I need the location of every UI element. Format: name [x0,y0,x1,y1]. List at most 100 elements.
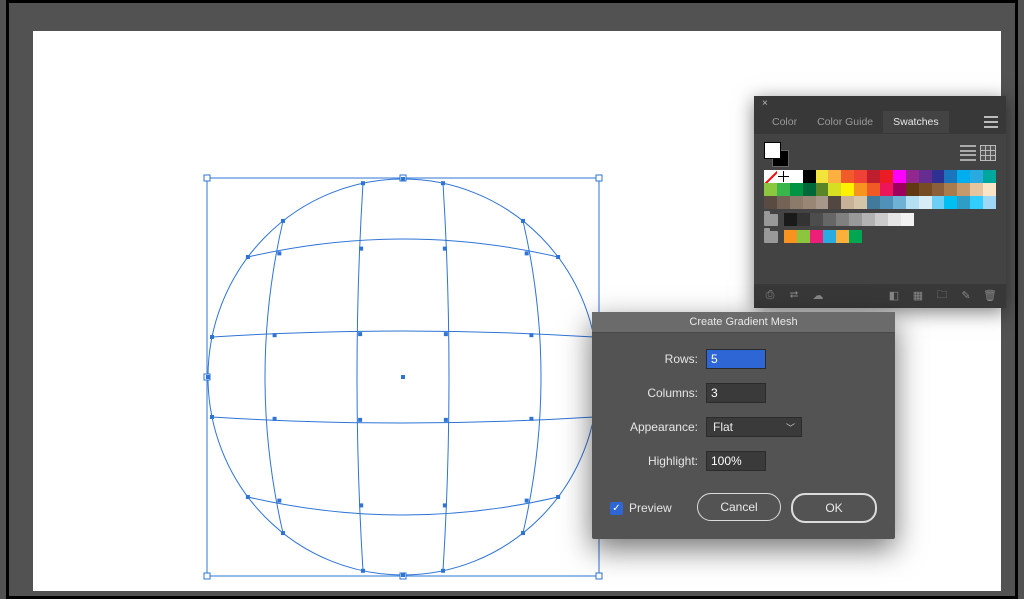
swatch-options-icon[interactable]: ▦ [912,289,924,301]
mesh-anchor[interactable] [210,415,214,419]
new-swatch-icon[interactable]: ✎ [960,289,972,301]
mesh-row-line[interactable] [212,417,594,423]
swatch[interactable] [828,170,841,183]
swatch[interactable] [797,213,810,226]
swatch[interactable] [828,183,841,196]
swatch[interactable] [867,196,880,209]
swatch[interactable] [828,196,841,209]
swatch[interactable] [880,196,893,209]
swatch[interactable] [983,196,996,209]
swatch[interactable] [797,230,810,243]
mesh-anchor[interactable] [529,333,533,337]
swatch[interactable] [790,183,803,196]
swatch[interactable] [919,170,932,183]
mesh-anchor[interactable] [441,569,445,573]
mesh-col-line[interactable] [443,183,449,571]
grid-view-icon[interactable] [980,145,996,161]
new-folder-icon[interactable]: 🗀 [936,289,948,301]
swatch[interactable] [906,183,919,196]
mesh-anchor[interactable] [246,255,250,259]
swatch[interactable] [790,196,803,209]
mesh-row-line[interactable] [248,239,558,257]
swatch[interactable] [777,196,790,209]
swatch[interactable] [983,183,996,196]
mesh-anchor[interactable] [443,503,447,507]
mesh-anchor[interactable] [441,181,445,185]
swatch[interactable] [893,196,906,209]
swatch[interactable] [932,183,945,196]
swatch[interactable] [841,183,854,196]
tab-color[interactable]: Color [762,111,807,133]
swatch[interactable] [841,196,854,209]
mesh-anchor[interactable] [281,531,285,535]
mesh-anchor[interactable] [273,333,277,337]
swatch[interactable] [836,230,849,243]
mesh-anchor[interactable] [210,335,214,339]
mesh-anchor[interactable] [444,332,448,336]
swatch[interactable] [764,170,777,183]
panel-titlebar[interactable]: × [754,96,1006,110]
mesh-row-line[interactable] [248,497,558,515]
mesh-anchor[interactable] [281,219,285,223]
swatch[interactable] [944,170,957,183]
swatch[interactable] [764,196,777,209]
swatch[interactable] [957,170,970,183]
bbox-handle[interactable] [596,573,602,579]
swatch[interactable] [784,230,797,243]
swatch[interactable] [849,213,862,226]
swatch[interactable] [919,196,932,209]
mesh-anchor[interactable] [401,177,405,181]
swatch[interactable] [906,170,919,183]
mesh-anchor[interactable] [206,375,210,379]
preview-checkbox[interactable]: ✓ [610,502,623,515]
link-icon[interactable]: ⮂ [788,289,800,301]
appearance-select[interactable]: Flat ﹀ [706,417,802,437]
mesh-anchor[interactable] [277,251,281,255]
tab-swatches[interactable]: Swatches [883,111,949,133]
swatch[interactable] [854,170,867,183]
swatch[interactable] [849,230,862,243]
cancel-button[interactable]: Cancel [697,493,781,521]
swatch[interactable] [777,183,790,196]
mesh-anchor[interactable] [525,499,529,503]
swatch[interactable] [823,230,836,243]
mesh-anchor[interactable] [246,495,250,499]
swatch[interactable] [957,196,970,209]
swatch[interactable] [893,183,906,196]
mesh-anchor[interactable] [358,332,362,336]
mesh-anchor[interactable] [358,418,362,422]
swatch[interactable] [901,213,914,226]
swatch[interactable] [836,213,849,226]
panel-menu-icon[interactable] [984,116,998,128]
mesh-anchor[interactable] [444,418,448,422]
swatch[interactable] [816,170,829,183]
foreground-background-swatch[interactable] [764,142,788,164]
swatch[interactable] [867,170,880,183]
swatch[interactable] [919,183,932,196]
mesh-anchor[interactable] [521,219,525,223]
close-icon[interactable]: × [762,98,768,109]
columns-input[interactable]: 3 [706,383,766,403]
dialog-title[interactable]: Create Gradient Mesh [592,312,895,333]
swatch[interactable] [803,183,816,196]
mesh-anchor[interactable] [443,247,447,251]
swatch[interactable] [777,170,790,183]
mesh-anchor[interactable] [521,531,525,535]
mesh-col-line[interactable] [523,221,541,533]
mesh-anchor[interactable] [359,503,363,507]
swatch[interactable] [957,183,970,196]
swatch[interactable] [970,196,983,209]
mesh-col-line[interactable] [265,221,283,533]
swatch[interactable] [862,213,875,226]
swatches-panel[interactable]: × Color Color Guide Swatches [754,96,1006,308]
swatch[interactable] [790,170,803,183]
center-point[interactable] [401,375,405,379]
swatch[interactable] [803,170,816,183]
swatch[interactable] [932,196,945,209]
swatch[interactable] [823,213,836,226]
mesh-anchor[interactable] [361,569,365,573]
swatch[interactable] [970,170,983,183]
swatch[interactable] [970,183,983,196]
preview-toggle[interactable]: ✓ Preview [610,501,672,515]
folder-icon[interactable] [764,214,778,226]
